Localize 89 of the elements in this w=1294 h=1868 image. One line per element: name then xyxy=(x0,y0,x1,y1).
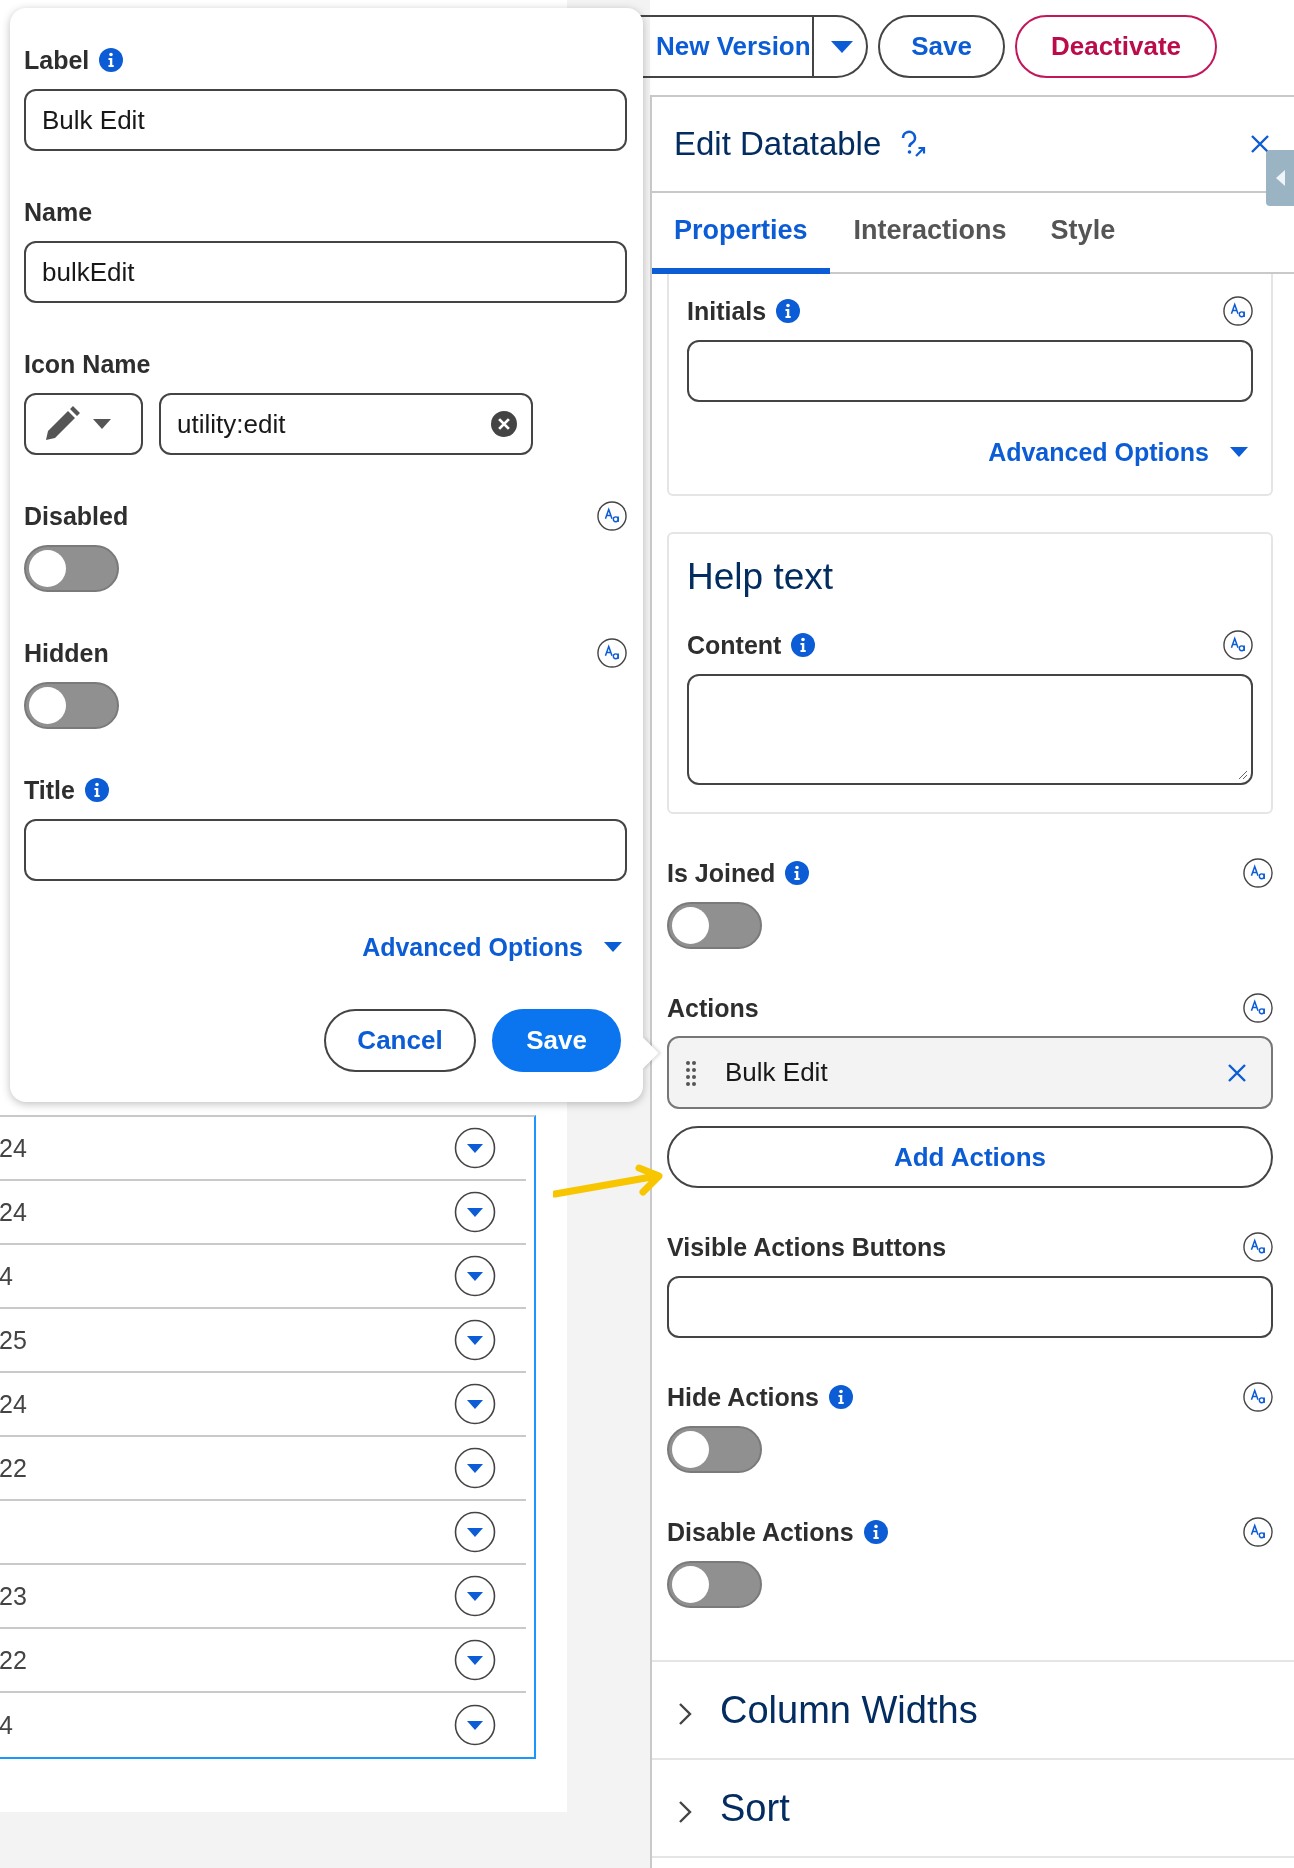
accordion-section[interactable]: Column Widths xyxy=(652,1660,1294,1758)
resize-handle-icon[interactable] xyxy=(1236,768,1248,780)
panel-title: Edit Datatable xyxy=(674,125,882,163)
row-menu-button[interactable] xyxy=(454,1511,496,1553)
table-cell: 24 xyxy=(0,1389,27,1419)
table-cell: 25 xyxy=(0,1325,27,1355)
close-icon[interactable] xyxy=(1250,134,1270,154)
info-icon xyxy=(99,48,124,72)
field-label: Disabled xyxy=(24,501,129,531)
resource-picker-icon[interactable] xyxy=(1243,1232,1273,1262)
info-icon xyxy=(785,861,810,885)
tab[interactable]: Interactions xyxy=(829,193,1027,274)
row-menu-button[interactable] xyxy=(454,1704,496,1746)
field-label: Disable Actions xyxy=(667,1517,854,1547)
advanced-options-link[interactable]: Advanced Options xyxy=(988,437,1253,467)
toggle-switch[interactable] xyxy=(667,1561,762,1608)
caret-icon[interactable] xyxy=(830,39,854,54)
row-menu-button[interactable] xyxy=(454,1255,496,1297)
table-cell: 22 xyxy=(0,1453,27,1483)
field-label: Is Joined xyxy=(667,858,776,888)
save-button[interactable]: Save xyxy=(878,15,1005,78)
advanced-options-link[interactable]: Advanced Options xyxy=(362,932,627,962)
toggle-switch[interactable] xyxy=(667,902,762,949)
text-field[interactable]: bulkEdit xyxy=(24,241,627,303)
cancel-button[interactable]: Cancel xyxy=(324,1009,476,1072)
row-menu-button[interactable] xyxy=(454,1191,496,1233)
table-cell: 4 xyxy=(0,1261,13,1291)
field-label: Title xyxy=(24,775,75,805)
field-label: Visible Actions Buttons xyxy=(667,1232,947,1262)
icon-picker-button[interactable] xyxy=(24,393,143,455)
chevron-icon xyxy=(678,1800,692,1824)
icon-name-field[interactable]: utility:edit xyxy=(159,393,533,455)
text-field[interactable]: Bulk Edit xyxy=(24,89,627,151)
caret-icon xyxy=(1229,446,1249,458)
action-item[interactable]: Bulk Edit xyxy=(667,1036,1273,1109)
row-menu-button[interactable] xyxy=(454,1127,496,1169)
row-menu-button[interactable] xyxy=(454,1447,496,1489)
resource-picker-icon[interactable] xyxy=(597,638,627,668)
text-field[interactable] xyxy=(667,1276,1273,1338)
accordion-section[interactable]: Sort xyxy=(652,1758,1294,1858)
remove-icon[interactable] xyxy=(1227,1062,1247,1083)
table-cell: 4 xyxy=(0,1710,13,1740)
tab[interactable]: Style xyxy=(1026,193,1136,274)
save-button[interactable]: Save xyxy=(492,1009,621,1072)
card-heading: Help text xyxy=(687,556,834,598)
text-area[interactable] xyxy=(687,674,1253,785)
row-menu-button[interactable] xyxy=(454,1383,496,1425)
help-icon[interactable] xyxy=(899,130,928,158)
resource-picker-icon[interactable] xyxy=(1243,993,1273,1023)
text-field[interactable] xyxy=(687,340,1253,402)
toggle-switch[interactable] xyxy=(24,682,119,729)
field-label: Icon Name xyxy=(24,349,151,379)
info-icon xyxy=(84,778,109,802)
row-menu-button[interactable] xyxy=(454,1639,496,1681)
resource-picker-icon[interactable] xyxy=(597,501,627,531)
toggle-switch[interactable] xyxy=(24,545,119,592)
row-menu-button[interactable] xyxy=(454,1575,496,1617)
info-icon xyxy=(863,1520,888,1544)
field-label: Initials xyxy=(687,296,767,326)
field-label: Actions xyxy=(667,993,759,1023)
field-label: Hidden xyxy=(24,638,109,668)
field-label: Label xyxy=(24,45,90,75)
table-cell: 22 xyxy=(0,1645,27,1675)
resource-picker-icon[interactable] xyxy=(1243,1517,1273,1547)
resource-picker-icon[interactable] xyxy=(1243,1382,1273,1412)
field-label: Name xyxy=(24,197,93,227)
table-cell: 23 xyxy=(0,1581,27,1611)
field-label: Content xyxy=(687,630,782,660)
add-actions-button[interactable]: Add Actions xyxy=(667,1126,1273,1188)
caret-icon xyxy=(603,941,623,953)
chevron-icon xyxy=(678,1702,692,1726)
clear-icon[interactable] xyxy=(491,411,517,437)
tab[interactable]: Properties xyxy=(652,193,830,274)
row-menu-button[interactable] xyxy=(454,1319,496,1361)
drag-handle-icon[interactable] xyxy=(685,1059,697,1086)
toggle-switch[interactable] xyxy=(667,1426,762,1473)
field-label: Hide Actions xyxy=(667,1382,819,1412)
table-cell: 24 xyxy=(0,1133,27,1163)
info-icon xyxy=(791,633,816,657)
triangle-icon xyxy=(1274,168,1286,188)
info-icon xyxy=(776,299,801,323)
deactivate-button[interactable]: Deactivate xyxy=(1015,15,1217,78)
resource-picker-icon[interactable] xyxy=(1223,630,1253,660)
resource-picker-icon[interactable] xyxy=(1243,858,1273,888)
table-cell: 24 xyxy=(0,1197,27,1227)
resource-picker-icon[interactable] xyxy=(1223,296,1253,326)
caret-icon xyxy=(92,418,112,430)
info-icon xyxy=(828,1385,853,1409)
text-field[interactable] xyxy=(24,819,627,881)
